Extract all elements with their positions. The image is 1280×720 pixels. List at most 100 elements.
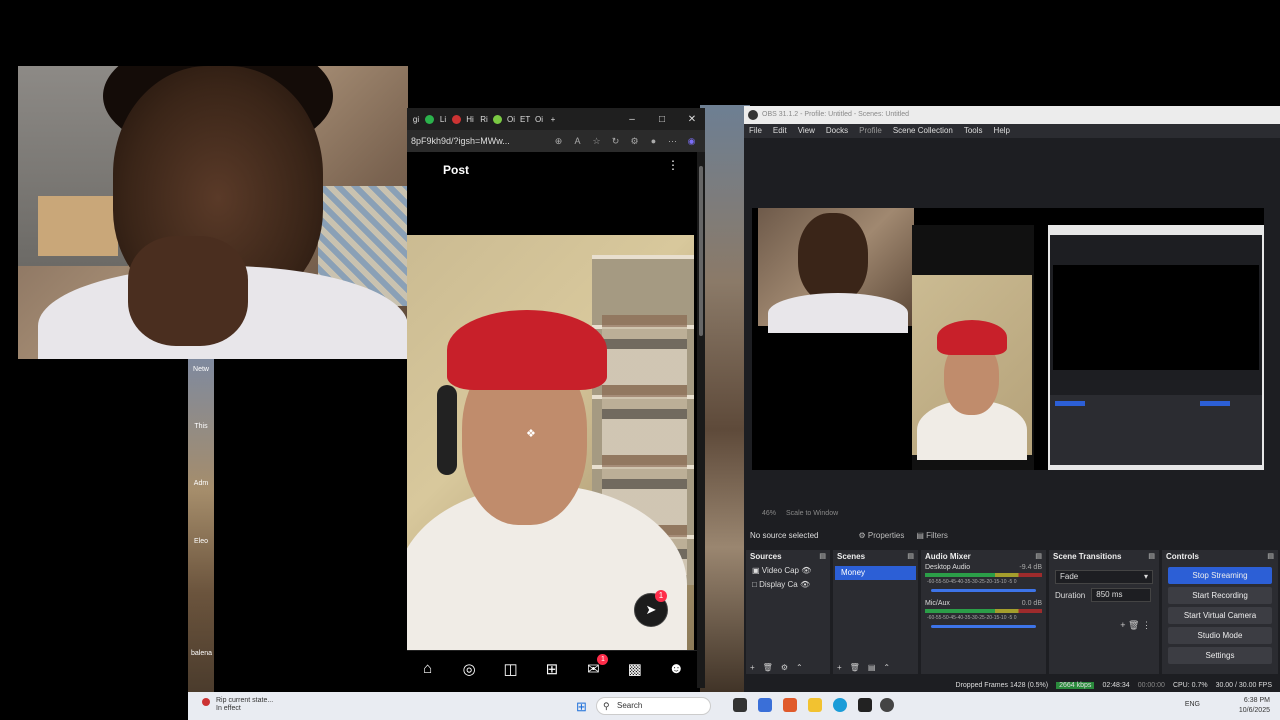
- clock-time: 6:38 PM: [1243, 697, 1270, 704]
- menu-profile[interactable]: Profile: [859, 124, 882, 138]
- post-video[interactable]: ➤ 1: [407, 235, 694, 650]
- start-virtual-camera-button[interactable]: Start Virtual Camera: [1168, 607, 1272, 624]
- scrollbar[interactable]: [697, 152, 705, 688]
- chrome-icon[interactable]: [783, 698, 797, 712]
- gear-icon[interactable]: ⚙: [781, 663, 788, 672]
- scroll-thumb[interactable]: [699, 166, 703, 336]
- scale-mode[interactable]: Scale to Window: [786, 510, 838, 517]
- profile-icon[interactable]: ●: [644, 136, 663, 146]
- add-icon[interactable]: +: [1120, 620, 1125, 630]
- docks-row: Sources ▤ ▣ Video Cap 👁 □ Display Ca 👁 + 🗑…: [744, 550, 1280, 674]
- menu-tools[interactable]: Tools: [964, 124, 983, 138]
- insights-icon[interactable]: ▩: [622, 660, 648, 678]
- volume-slider[interactable]: [931, 625, 1036, 628]
- clock[interactable]: 6:38 PM 10/6/2025: [1239, 696, 1270, 716]
- more-icon[interactable]: ⋮: [1142, 620, 1151, 630]
- close-icon[interactable]: ✕: [679, 114, 705, 125]
- obs-icon[interactable]: [880, 698, 894, 712]
- reels-icon[interactable]: ◫: [498, 660, 524, 678]
- browser-tab[interactable]: Oi: [506, 115, 516, 124]
- desktop-icon-label[interactable]: Eleo: [191, 538, 211, 545]
- source-item[interactable]: □ Display Ca 👁: [746, 578, 830, 592]
- more-options-icon[interactable]: ⋮: [667, 158, 679, 172]
- terminal-icon[interactable]: [858, 698, 872, 712]
- duration-input[interactable]: 850 ms: [1091, 588, 1152, 602]
- desktop-icon-label[interactable]: balena: [191, 650, 212, 657]
- stop-streaming-button[interactable]: Stop Streaming: [1168, 567, 1272, 584]
- tab-favicon-icon[interactable]: [452, 114, 461, 124]
- zoom-icon[interactable]: ⊕: [549, 136, 568, 147]
- filter-icon[interactable]: ▤: [868, 663, 876, 672]
- favorite-icon[interactable]: ☆: [587, 136, 606, 147]
- preview-area: 46% Scale to Window: [744, 138, 1280, 517]
- read-aloud-icon[interactable]: A: [568, 136, 587, 146]
- browser-tab[interactable]: Hi: [465, 115, 475, 124]
- weather-widget[interactable]: Rip current state... In effect: [216, 697, 273, 713]
- bitrate: 2664 kbps: [1056, 681, 1095, 689]
- menu-icon[interactable]: ⋯: [663, 136, 682, 147]
- new-tab-button[interactable]: +: [548, 115, 558, 124]
- menu-edit[interactable]: Edit: [773, 124, 787, 138]
- home-icon[interactable]: ⌂: [415, 660, 441, 677]
- menu-help[interactable]: Help: [994, 124, 1010, 138]
- desktop-icon-label[interactable]: Netw: [191, 366, 211, 373]
- desktop-icon-label[interactable]: This: [191, 423, 211, 430]
- transition-select[interactable]: Fade ▾: [1055, 570, 1153, 584]
- bottom-nav: ⌂ ◎ ◫ ⊞ ✉ 1 ▩ ☻: [407, 650, 697, 686]
- file-explorer-icon[interactable]: [808, 698, 822, 712]
- add-icon[interactable]: +: [837, 663, 842, 672]
- program-preview[interactable]: [752, 208, 1264, 470]
- add-icon[interactable]: +: [750, 663, 755, 672]
- maximize-icon[interactable]: □: [649, 114, 675, 125]
- create-icon[interactable]: ⊞: [539, 660, 565, 678]
- menu-file[interactable]: File: [749, 124, 762, 138]
- menu-view[interactable]: View: [798, 124, 815, 138]
- extensions-icon[interactable]: ⚙: [625, 136, 644, 147]
- language-indicator[interactable]: ENG: [1185, 701, 1200, 708]
- messages-icon[interactable]: ✉ 1: [580, 653, 609, 678]
- browser-tab[interactable]: Ri: [479, 115, 489, 124]
- tab-favicon-icon[interactable]: [425, 114, 434, 124]
- scene-item[interactable]: Money: [835, 566, 916, 580]
- task-view-icon[interactable]: [733, 698, 747, 712]
- profile-icon[interactable]: ☻: [663, 660, 689, 677]
- webcam-feed: [18, 66, 408, 359]
- minimize-icon[interactable]: –: [619, 114, 645, 125]
- preview-obs: [1048, 225, 1264, 470]
- url-text[interactable]: 8pF9kh9d/?igsh=MWw...: [411, 136, 549, 146]
- filters-button[interactable]: ▤ Filters: [916, 531, 948, 540]
- menu-scene-collection[interactable]: Scene Collection: [893, 124, 953, 138]
- volume-slider[interactable]: [931, 589, 1036, 592]
- trash-icon[interactable]: 🗑: [1128, 620, 1139, 630]
- edge-icon[interactable]: [833, 698, 847, 712]
- tab-favicon-icon[interactable]: [493, 114, 502, 124]
- search-box[interactable]: ⚲ Search: [596, 697, 711, 715]
- studio-mode-button[interactable]: Studio Mode: [1168, 627, 1272, 644]
- trash-icon[interactable]: 🗑: [850, 663, 860, 672]
- store-icon[interactable]: [758, 698, 772, 712]
- copilot-icon[interactable]: ◉: [682, 136, 701, 147]
- weather-alert-icon[interactable]: [202, 698, 210, 706]
- settings-button[interactable]: Settings: [1168, 647, 1272, 664]
- chevron-up-icon[interactable]: ⌃: [883, 663, 890, 672]
- windows-start-icon[interactable]: ⊞: [576, 699, 587, 715]
- browser-tab[interactable]: ET: [520, 115, 530, 124]
- preview-blue-bar: [1055, 401, 1085, 406]
- status-bar: Dropped Frames 1428 (0.5%) 2664 kbps 02:…: [744, 678, 1280, 692]
- trash-icon[interactable]: 🗑: [763, 663, 773, 672]
- menu-docks[interactable]: Docks: [826, 124, 848, 138]
- browser-tab[interactable]: Oi: [534, 115, 544, 124]
- address-bar[interactable]: 8pF9kh9d/?igsh=MWw... ⊕ A ☆ ↻ ⚙ ● ⋯ ◉: [407, 130, 705, 152]
- browser-tab[interactable]: Li: [438, 115, 448, 124]
- properties-button[interactable]: ⚙ Properties: [858, 531, 904, 540]
- desktop-icon-label[interactable]: Adm: [191, 480, 211, 487]
- dock-footer: + 🗑 ⚙ ⌃: [750, 663, 803, 672]
- browser-tab[interactable]: gi: [411, 115, 421, 124]
- mixer-channel: Desktop Audio -9.4 dB: [925, 564, 1042, 571]
- source-item[interactable]: ▣ Video Cap 👁: [746, 564, 830, 578]
- start-recording-button[interactable]: Start Recording: [1168, 587, 1272, 604]
- chevron-up-icon[interactable]: ⌃: [796, 663, 803, 672]
- zoom-level[interactable]: 46%: [762, 510, 776, 517]
- explore-icon[interactable]: ◎: [456, 660, 482, 678]
- refresh-icon[interactable]: ↻: [606, 136, 625, 147]
